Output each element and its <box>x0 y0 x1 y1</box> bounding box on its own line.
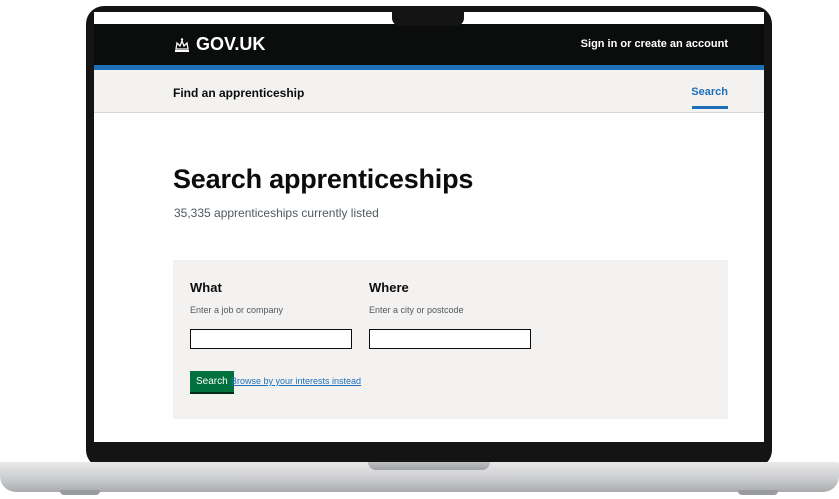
what-label: What <box>190 280 222 295</box>
laptop-foot-right <box>738 490 778 495</box>
crown-icon <box>175 37 189 52</box>
search-panel: What Enter a job or company Where Enter … <box>173 260 728 419</box>
laptop-opening-notch <box>368 462 490 470</box>
page-title: Search apprenticeships <box>173 164 474 194</box>
what-hint: Enter a job or company <box>190 305 284 315</box>
service-navigation: Find an apprenticeship Search <box>94 70 764 113</box>
where-hint: Enter a city or postcode <box>369 305 464 315</box>
logo-text: GOV.UK <box>196 34 266 54</box>
laptop-foot-left <box>60 490 100 495</box>
camera-notch <box>392 12 464 26</box>
what-input[interactable] <box>190 329 352 349</box>
browse-interests-link[interactable]: Browse by your interests instead <box>231 376 361 386</box>
where-label: Where <box>369 280 409 295</box>
listed-count: 35,335 apprenticeships currently listed <box>174 206 379 220</box>
active-nav-indicator <box>692 106 728 109</box>
sign-in-link[interactable]: Sign in or create an account <box>581 38 728 50</box>
where-input[interactable] <box>369 329 531 349</box>
govuk-header: GOV.UK Sign in or create an account <box>94 24 764 65</box>
search-button[interactable]: Search <box>190 371 234 392</box>
nav-item-search[interactable]: Search <box>691 86 728 98</box>
laptop-screen: GOV.UK Sign in or create an account Find… <box>94 12 764 442</box>
govuk-logo[interactable]: GOV.UK <box>173 34 265 55</box>
service-name-link[interactable]: Find an apprenticeship <box>173 86 304 100</box>
